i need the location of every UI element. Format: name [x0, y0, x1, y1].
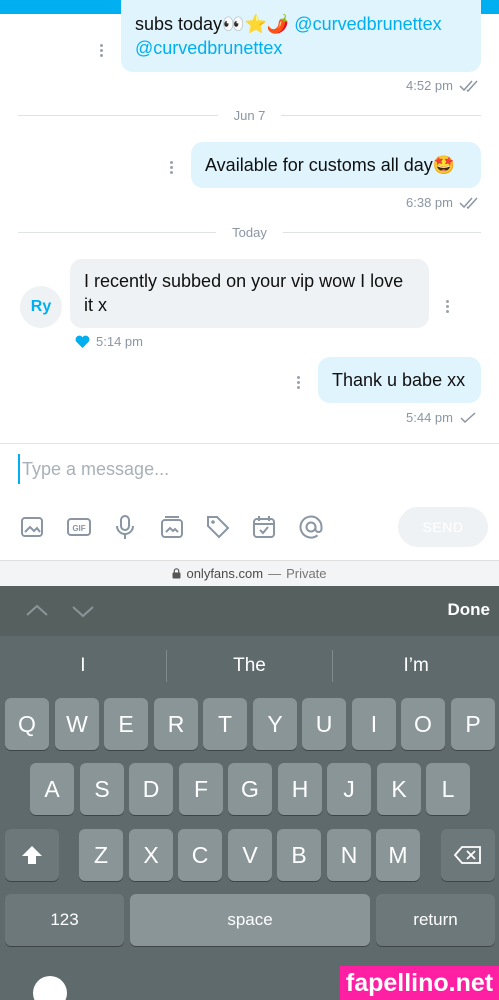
date-separator-label: Jun 7 — [233, 107, 266, 123]
microphone-icon[interactable] — [112, 514, 138, 540]
date-separator-label: Today — [232, 224, 267, 240]
key-q[interactable]: Q — [5, 698, 49, 750]
key-g[interactable]: G — [228, 763, 272, 815]
url-bar[interactable]: onlyfans.com — Private — [0, 560, 499, 586]
message-options-icon[interactable] — [297, 376, 301, 389]
key-j[interactable]: J — [327, 763, 371, 815]
media-vault-icon[interactable] — [159, 514, 185, 540]
lock-icon — [172, 568, 181, 579]
key-p[interactable]: P — [451, 698, 495, 750]
suggestion-bar: I The I’m — [0, 640, 499, 692]
key-x[interactable]: X — [129, 829, 173, 881]
message-text: Thank u babe xx — [332, 370, 466, 390]
url-separator: — — [268, 566, 282, 581]
message-meta: 5:44 pm — [406, 410, 477, 425]
message-text: subs today👀⭐🌶️ — [135, 14, 295, 34]
key-f[interactable]: F — [179, 763, 223, 815]
mention-icon[interactable] — [298, 514, 324, 540]
message-bubble-outgoing: subs today👀⭐🌶️ @curvedbrunettex @curvedb… — [121, 0, 481, 72]
url-privacy: Private — [286, 566, 327, 581]
key-r[interactable]: R — [154, 698, 198, 750]
message-options-icon[interactable] — [170, 161, 174, 174]
key-z[interactable]: Z — [79, 829, 123, 881]
url-domain: onlyfans.com — [186, 566, 264, 581]
chevron-down-icon[interactable] — [70, 598, 96, 624]
key-k[interactable]: K — [377, 763, 421, 815]
composer-divider — [0, 443, 499, 444]
message-time: 6:38 pm — [406, 195, 453, 210]
return-key[interactable]: return — [376, 894, 495, 946]
message-meta: 4:52 pm — [406, 78, 481, 93]
key-d[interactable]: D — [129, 763, 173, 815]
key-w[interactable]: W — [55, 698, 99, 750]
backspace-key[interactable] — [441, 829, 495, 881]
suggestion-item[interactable]: I — [0, 640, 166, 692]
space-key[interactable]: space — [130, 894, 370, 946]
key-t[interactable]: T — [203, 698, 247, 750]
key-v[interactable]: V — [228, 829, 272, 881]
shift-arrow-icon — [22, 846, 42, 864]
chevron-up-icon[interactable] — [24, 598, 50, 624]
message-bubble-incoming: I recently subbed on your vip wow I love… — [70, 259, 429, 328]
suggestion-item[interactable]: The — [167, 640, 333, 692]
message-bubble-outgoing: Thank u babe xx — [318, 357, 481, 403]
date-separator: Today — [18, 224, 482, 240]
message-meta: 5:14 pm — [75, 334, 143, 349]
check-icon — [460, 411, 476, 423]
double-check-icon — [459, 196, 478, 209]
key-c[interactable]: C — [178, 829, 222, 881]
date-separator: Jun 7 — [18, 107, 481, 123]
image-icon[interactable] — [19, 514, 45, 540]
message-text: Available for customs all day🤩 — [205, 155, 456, 175]
price-tag-icon[interactable] — [205, 514, 231, 540]
key-s[interactable]: S — [80, 763, 124, 815]
watermark: fapellino.net — [340, 966, 499, 1000]
key-l[interactable]: L — [426, 763, 470, 815]
key-e[interactable]: E — [104, 698, 148, 750]
message-time: 4:52 pm — [406, 78, 453, 93]
key-i[interactable]: I — [352, 698, 396, 750]
double-check-icon — [459, 79, 478, 92]
message-meta: 6:38 pm — [406, 195, 481, 210]
calendar-icon[interactable] — [251, 514, 277, 540]
done-button[interactable]: Done — [420, 600, 491, 624]
key-m[interactable]: M — [376, 829, 420, 881]
mention-link[interactable]: @curvedbrunettex — [294, 14, 441, 34]
key-n[interactable]: N — [327, 829, 371, 881]
message-time: 5:14 pm — [96, 334, 143, 349]
mention-link[interactable]: @curvedbrunettex — [135, 38, 282, 58]
send-button[interactable]: SEND — [398, 507, 488, 547]
numbers-key[interactable]: 123 — [5, 894, 124, 946]
message-text: I recently subbed on your vip wow I love… — [84, 271, 404, 315]
svg-text:GIF: GIF — [72, 524, 85, 533]
heart-icon[interactable] — [75, 335, 90, 348]
message-input[interactable] — [18, 454, 478, 484]
avatar[interactable]: Ry — [20, 286, 62, 328]
message-options-icon[interactable] — [446, 300, 450, 313]
message-bubble-outgoing: Available for customs all day🤩 — [191, 142, 481, 188]
key-h[interactable]: H — [278, 763, 322, 815]
backspace-icon — [454, 846, 481, 864]
key-u[interactable]: U — [302, 698, 346, 750]
key-b[interactable]: B — [277, 829, 321, 881]
gif-icon[interactable]: GIF — [66, 514, 92, 540]
shift-key[interactable] — [5, 829, 59, 881]
key-y[interactable]: Y — [253, 698, 297, 750]
key-o[interactable]: O — [401, 698, 445, 750]
key-a[interactable]: A — [30, 763, 74, 815]
message-time: 5:44 pm — [406, 410, 453, 425]
message-options-icon[interactable] — [100, 44, 104, 57]
suggestion-item[interactable]: I’m — [333, 640, 499, 692]
